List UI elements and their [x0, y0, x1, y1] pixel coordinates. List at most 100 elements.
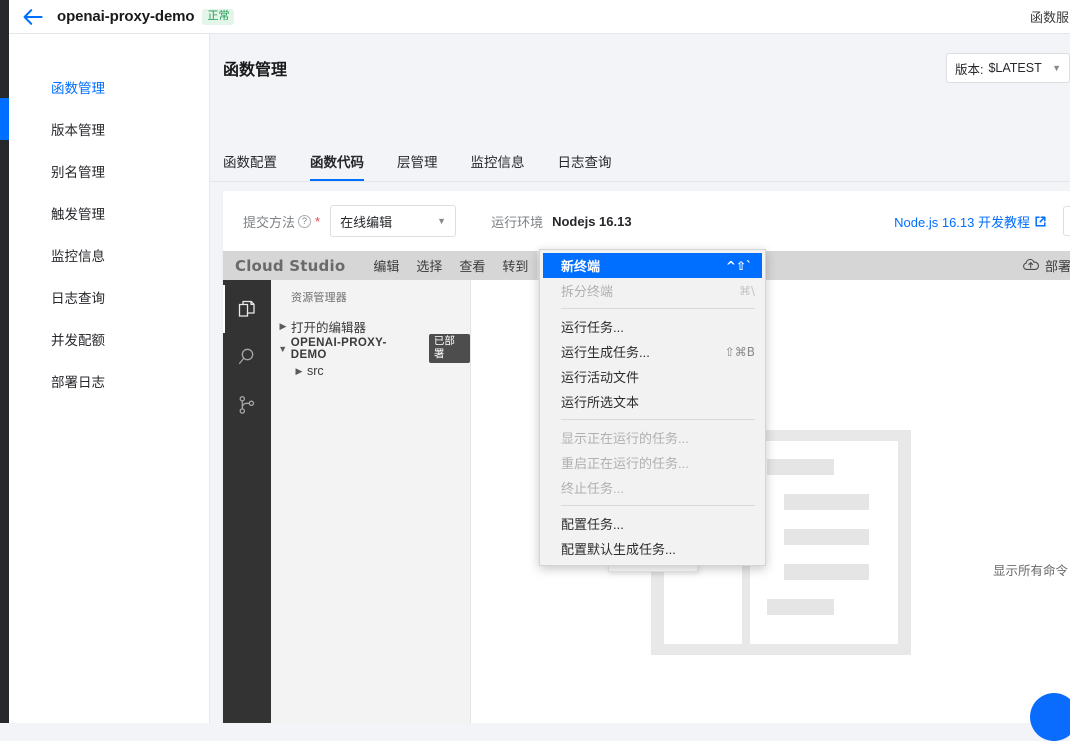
placeholder-bar — [784, 564, 869, 580]
status-badge: 正常 — [202, 8, 235, 25]
menu-item-shortcut: ⌘\ — [738, 283, 755, 298]
sidebar-item-label: 监控信息 — [51, 249, 105, 264]
sidebar-item-label: 日志查询 — [51, 291, 105, 306]
menu-item-label: 显示正在运行的任务... — [561, 431, 689, 446]
page-title: 函数管理 — [223, 62, 288, 79]
menu-item-run-active-file[interactable]: 运行活动文件 — [540, 364, 765, 389]
terminal-dropdown-menu: 新终端 ^⇧` 拆分终端 ⌘\ 运行任务... 运行生成任务... ⇧⌘B 运行… — [539, 249, 766, 566]
menu-label: 编辑 — [373, 259, 400, 274]
tab-monitoring[interactable]: 监控信息 — [471, 140, 525, 181]
help-chat-fab-icon[interactable] — [1030, 693, 1070, 741]
menu-item-configure-tasks[interactable]: 配置任务... — [540, 511, 765, 536]
version-select-label: 版本: — [955, 62, 984, 77]
sidebar-item-alias-management[interactable]: 别名管理 — [9, 150, 209, 192]
runtime-label: 运行环境 — [491, 214, 544, 230]
menu-separator — [561, 505, 755, 506]
menu-item-label: 运行生成任务... — [561, 345, 650, 360]
menu-label: 查看 — [459, 259, 486, 274]
tree-row-label: 打开的编辑器 — [291, 320, 367, 335]
deploy-button[interactable]: 部署 — [1022, 256, 1070, 275]
activity-bar — [223, 280, 271, 723]
left-rail-active-indicator — [0, 98, 9, 140]
sidebar-item-log-query[interactable]: 日志查询 — [9, 276, 209, 318]
sidebar-item-version-management[interactable]: 版本管理 — [9, 108, 209, 150]
version-select-value: $LATEST — [988, 61, 1042, 75]
menu-separator — [561, 419, 755, 420]
version-select[interactable]: 版本: $LATEST ▼ — [946, 53, 1070, 83]
sidebar-item-function-management[interactable]: 函数管理 — [9, 66, 209, 108]
menu-item-run-build-task[interactable]: 运行生成任务... ⇧⌘B — [540, 339, 765, 364]
files-explorer-icon[interactable] — [223, 285, 271, 333]
menu-goto[interactable]: 转到 — [494, 251, 536, 280]
sidebar-item-monitoring[interactable]: 监控信息 — [9, 234, 209, 276]
command-palette-hint-label: 显示所有命令 — [993, 564, 1069, 578]
tree-row-label: OPENAI-PROXY-DEMO — [290, 336, 387, 361]
explorer-title: 资源管理器 — [291, 292, 347, 304]
required-asterisk: * — [315, 213, 321, 229]
deployed-badge: 已部署 — [428, 333, 470, 364]
menu-item-restart-running-task: 重启正在运行的任务... — [540, 450, 765, 475]
cloud-upload-icon — [1022, 258, 1039, 274]
command-palette-hint: 显示所有命令 ⇧ ⌘ P — [993, 560, 1070, 579]
menu-item-show-running-tasks: 显示正在运行的任务... — [540, 425, 765, 450]
menu-label: 选择 — [416, 259, 443, 274]
sidebar-item-label: 版本管理 — [51, 123, 105, 138]
tab-label: 函数代码 — [310, 154, 364, 170]
tab-bar: 函数配置 函数代码 层管理 监控信息 日志查询 — [210, 140, 1070, 182]
sidebar-nav: 函数管理 版本管理 别名管理 触发管理 监控信息 日志查询 并发配额 部署日志 — [9, 34, 210, 723]
tab-label: 日志查询 — [557, 154, 612, 170]
placeholder-bar — [784, 494, 869, 510]
tab-layer-management[interactable]: 层管理 — [397, 140, 438, 181]
topbar-service-label: 函数服 — [1030, 10, 1070, 25]
menu-item-label: 新终端 — [561, 259, 601, 274]
menu-select[interactable]: 选择 — [408, 251, 450, 280]
menu-item-run-task[interactable]: 运行任务... — [540, 314, 765, 339]
menu-item-label: 拆分终端 — [561, 284, 614, 299]
menu-item-new-terminal[interactable]: 新终端 ^⇧` — [543, 253, 762, 278]
left-edge-rail — [0, 0, 9, 723]
sidebar-item-concurrency-quota[interactable]: 并发配额 — [9, 318, 209, 360]
placeholder-bar — [767, 599, 834, 615]
search-icon[interactable] — [223, 333, 271, 381]
tab-function-config[interactable]: 函数配置 — [223, 140, 277, 181]
tree-row-src-folder[interactable]: ▶ src — [271, 360, 470, 382]
submit-method-value: 在线编辑 — [340, 214, 393, 230]
sidebar-item-label: 部署日志 — [51, 375, 105, 390]
menu-item-shortcut: ^⇧` — [725, 258, 752, 273]
tree-row-project-root[interactable]: ▼ OPENAI-PROXY-DEMO 已部署 — [271, 333, 470, 364]
menu-item-label: 重启正在运行的任务... — [561, 456, 689, 471]
placeholder-bar — [767, 459, 834, 475]
placeholder-bar — [784, 529, 869, 545]
tutorial-link[interactable]: Node.js 16.13 开发教程 — [894, 212, 1046, 231]
top-bar: openai-proxy-demo 正常 函数服 — [9, 0, 1070, 34]
tab-label: 层管理 — [397, 154, 438, 170]
menu-item-split-terminal: 拆分终端 ⌘\ — [540, 278, 765, 303]
page-project-title: openai-proxy-demo — [57, 8, 195, 25]
tab-function-code[interactable]: 函数代码 — [310, 140, 364, 181]
arrow-left-icon[interactable] — [9, 0, 57, 34]
tab-log-query[interactable]: 日志查询 — [558, 140, 612, 181]
sidebar-item-label: 并发配额 — [51, 333, 105, 348]
menu-item-terminate-task: 终止任务... — [540, 475, 765, 500]
menu-label: 转到 — [502, 259, 529, 274]
sidebar-item-trigger-management[interactable]: 触发管理 — [9, 192, 209, 234]
question-mark-icon[interactable]: ? — [298, 214, 312, 228]
submit-method-select[interactable]: 在线编辑 ▼ — [330, 205, 457, 237]
menu-edit[interactable]: 编辑 — [365, 251, 407, 280]
menu-separator — [561, 308, 755, 309]
chevron-right-icon: ▶ — [295, 365, 303, 376]
menu-view[interactable]: 查看 — [451, 251, 493, 280]
source-control-branch-icon[interactable] — [223, 381, 271, 429]
cloud-studio-logo: Cloud Studio — [235, 256, 346, 275]
tab-label: 函数配置 — [223, 154, 277, 170]
runtime-value: Nodejs 16.13 — [552, 213, 632, 229]
menu-item-label: 终止任务... — [561, 481, 624, 496]
menu-item-shortcut: ⇧⌘B — [724, 344, 755, 359]
tab-label: 监控信息 — [470, 154, 525, 170]
menu-item-configure-default-build-task[interactable]: 配置默认生成任务... — [540, 536, 765, 561]
menu-item-run-selected-text[interactable]: 运行所选文本 — [540, 389, 765, 414]
download-button[interactable]: 下载 — [1063, 206, 1070, 236]
sidebar-item-deploy-logs[interactable]: 部署日志 — [9, 360, 209, 402]
menu-item-label: 运行活动文件 — [561, 370, 640, 385]
chevron-down-icon: ▼ — [437, 216, 447, 226]
